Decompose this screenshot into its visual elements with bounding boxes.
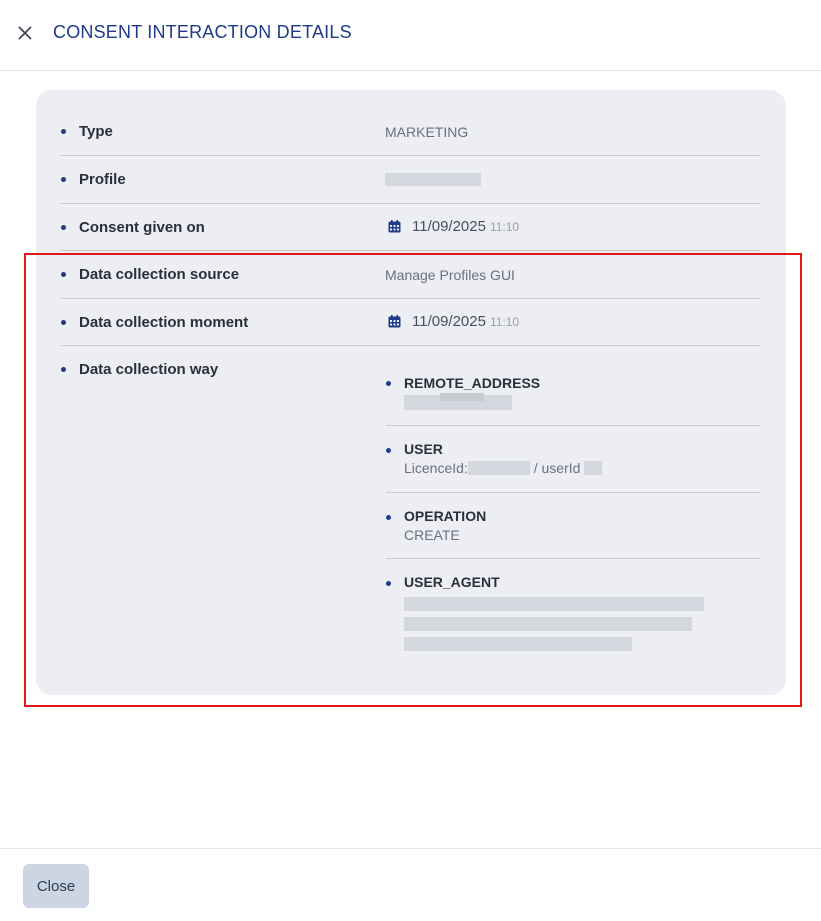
close-button[interactable]: Close [23, 864, 89, 908]
close-icon[interactable] [17, 25, 33, 41]
row-label: Type [79, 123, 113, 140]
calendar-icon [388, 220, 401, 233]
highlight-box [24, 253, 802, 707]
row-profile: Profile [61, 156, 761, 204]
bullet-icon [61, 177, 66, 182]
bullet-icon [61, 129, 66, 134]
dialog-header: CONSENT INTERACTION DETAILS [0, 0, 821, 71]
row-value: MARKETING [385, 124, 469, 140]
dialog-footer [0, 848, 821, 921]
row-type: Type MARKETING [61, 108, 761, 156]
redacted-value [385, 173, 481, 186]
dialog-title: CONSENT INTERACTION DETAILS [53, 22, 352, 42]
bullet-icon [61, 225, 66, 230]
row-date: 11/09/2025 11:10 [412, 218, 520, 235]
row-consent-given-on: Consent given on 11/09/2025 11:10 [61, 204, 761, 251]
row-label: Profile [79, 171, 126, 188]
row-time: 11:10 [489, 220, 520, 234]
row-label: Consent given on [79, 219, 205, 236]
